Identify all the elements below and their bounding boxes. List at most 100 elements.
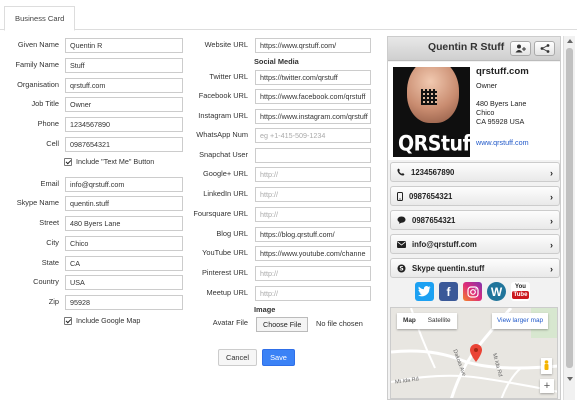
- preview-row-phone[interactable]: 1234567890 ›: [390, 162, 560, 182]
- preview-address-1: 480 Byers Lane: [476, 99, 527, 108]
- meetup-url-field[interactable]: http://: [255, 286, 371, 301]
- google-map-checkbox[interactable]: Include Google Map: [64, 316, 140, 325]
- photo-wordmark: QRStuff: [398, 131, 470, 157]
- share-button[interactable]: [534, 41, 555, 56]
- state-field[interactable]: CA: [65, 256, 183, 271]
- cell-field[interactable]: 0987654321: [65, 137, 183, 152]
- social-icons: f W You Tube: [415, 282, 530, 301]
- meetup-url-label: Meetup URL: [206, 288, 249, 297]
- map-type-control: Map Satellite: [397, 313, 457, 329]
- preview-name: Quentin R Stuff: [428, 42, 505, 53]
- tab-business-card[interactable]: Business Card: [4, 6, 76, 31]
- choose-file-button[interactable]: Choose File: [256, 317, 309, 332]
- preview-row-text: Skype quentin.stuff: [412, 263, 485, 273]
- scroll-thumb[interactable]: [566, 48, 573, 368]
- youtube-url-field[interactable]: https://www.youtube.com/channe: [255, 246, 371, 261]
- country-field[interactable]: USA: [65, 275, 183, 290]
- map-tab-map[interactable]: Map: [397, 313, 422, 329]
- checkbox-checked-icon[interactable]: [64, 316, 72, 325]
- facebook-icon[interactable]: f: [439, 282, 458, 301]
- phone-label: Phone: [37, 119, 59, 128]
- organisation-field[interactable]: qrstuff.com: [65, 78, 183, 93]
- blog-url-field[interactable]: https://blog.qrstuff.com/: [255, 227, 371, 242]
- state-label: State: [41, 258, 59, 267]
- mobile-icon: [397, 191, 403, 201]
- preview-row-sms[interactable]: 0987654321 ›: [390, 210, 560, 230]
- chevron-right-icon: ›: [550, 264, 553, 274]
- scroll-down-icon[interactable]: [567, 377, 573, 381]
- preview-row-skype[interactable]: S Skype quentin.stuff ›: [390, 258, 560, 278]
- website-field[interactable]: https://www.qrstuff.com/: [255, 38, 371, 53]
- map-pin-icon: [470, 344, 482, 362]
- preview-row-text: 0987654321: [409, 191, 453, 201]
- facebook-url-field[interactable]: https://www.facebook.com/qrstuff: [255, 89, 371, 104]
- zip-label: Zip: [48, 297, 59, 306]
- google-map-label: Include Google Map: [76, 316, 141, 325]
- given-name-field[interactable]: Quentin R: [65, 38, 183, 53]
- save-button[interactable]: Save: [262, 349, 295, 366]
- instagram-icon[interactable]: [463, 282, 482, 301]
- phone-field[interactable]: 1234567890: [65, 117, 183, 132]
- chevron-right-icon: ›: [550, 240, 553, 250]
- snapchat-user-label: Snapchat User: [199, 150, 248, 159]
- street-field[interactable]: 480 Byers Lane: [65, 216, 183, 231]
- skype-name-label: Skype Name: [16, 198, 59, 207]
- image-heading: Image: [254, 305, 276, 314]
- twitter-url-field[interactable]: https://twitter.com/qrstuff: [255, 70, 371, 85]
- linkedin-url-label: LinkedIn URL: [203, 189, 248, 198]
- google-map[interactable]: Map Satellite View larger map Dakota Ave…: [390, 307, 558, 399]
- preview-row-cell[interactable]: 0987654321 ›: [390, 186, 560, 206]
- tab-bar: Business Card: [0, 0, 577, 31]
- view-larger-map-link[interactable]: View larger map: [492, 313, 549, 329]
- zip-field[interactable]: 95928: [65, 295, 183, 310]
- text-me-checkbox[interactable]: Include "Text Me" Button: [64, 157, 154, 166]
- skype-name-field[interactable]: quentin.stuff: [65, 196, 183, 211]
- cell-label: Cell: [46, 139, 59, 148]
- googleplus-url-field[interactable]: http://: [255, 167, 371, 182]
- scroll-up-icon[interactable]: [567, 39, 573, 43]
- instagram-url-field[interactable]: https://www.instagram.com/qrstuff: [255, 109, 371, 124]
- chat-icon: [397, 216, 406, 224]
- preview-website-link[interactable]: www.qrstuff.com: [476, 138, 529, 147]
- email-field[interactable]: info@qrstuff.com: [65, 177, 183, 192]
- facebook-url-label: Facebook URL: [198, 91, 248, 100]
- family-name-label: Family Name: [15, 60, 59, 69]
- email-label: Email: [40, 179, 59, 188]
- city-label: City: [46, 238, 59, 247]
- linkedin-url-field[interactable]: http://: [255, 187, 371, 202]
- zoom-in-button[interactable]: +: [540, 379, 554, 393]
- mail-icon: [397, 240, 406, 248]
- cancel-button[interactable]: Cancel: [218, 349, 257, 366]
- family-name-field[interactable]: Stuff: [65, 58, 183, 73]
- text-me-label: Include "Text Me" Button: [76, 157, 155, 166]
- organisation-label: Organisation: [17, 80, 59, 89]
- street-view-icon[interactable]: [541, 358, 552, 374]
- twitter-url-label: Twitter URL: [209, 72, 248, 81]
- country-label: Country: [33, 277, 59, 286]
- wordpress-icon[interactable]: W: [487, 282, 506, 301]
- phone-icon: [397, 168, 405, 176]
- preview-address-2: Chico: [476, 108, 495, 117]
- street-label: Street: [39, 218, 59, 227]
- chevron-right-icon: ›: [550, 216, 553, 226]
- twitter-icon[interactable]: [415, 282, 434, 301]
- foursquare-url-field[interactable]: http://: [255, 207, 371, 222]
- skype-icon: S: [397, 264, 406, 273]
- preview-row-email[interactable]: info@qrstuff.com ›: [390, 234, 560, 254]
- scrollbar[interactable]: [563, 36, 575, 400]
- preview-row-text: info@qrstuff.com: [412, 239, 477, 249]
- checkbox-checked-icon[interactable]: [64, 157, 72, 166]
- map-tab-satellite[interactable]: Satellite: [422, 313, 457, 329]
- job-title-field[interactable]: Owner: [65, 97, 183, 112]
- pinterest-url-field[interactable]: http://: [255, 266, 371, 281]
- youtube-icon[interactable]: You Tube: [511, 282, 530, 301]
- whatsapp-num-field[interactable]: eg +1-415-509-1234: [255, 128, 371, 143]
- blog-url-label: Blog URL: [216, 229, 248, 238]
- snapchat-user-field[interactable]: [255, 148, 371, 163]
- preview-org: qrstuff.com: [476, 66, 529, 77]
- city-field[interactable]: Chico: [65, 236, 183, 251]
- foursquare-url-label: Foursquare URL: [193, 209, 248, 218]
- preview-address-3: CA 95928 USA: [476, 117, 525, 126]
- chevron-right-icon: ›: [550, 192, 553, 202]
- add-contact-button[interactable]: [510, 41, 531, 56]
